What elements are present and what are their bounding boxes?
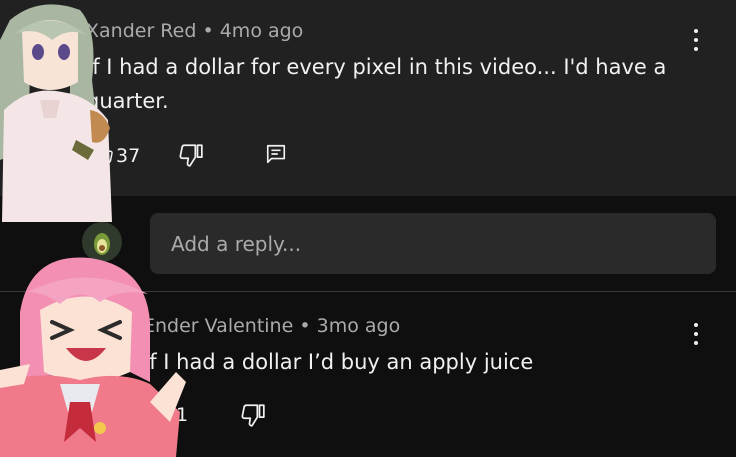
- comment-time: 4mo ago: [219, 20, 304, 42]
- more-vert-icon[interactable]: [686, 26, 706, 54]
- reply-input[interactable]: Add a reply...: [150, 213, 716, 274]
- meta-separator: •: [299, 315, 311, 337]
- thumb-down-icon[interactable]: [240, 402, 266, 428]
- meta-separator: •: [202, 20, 214, 42]
- comment-text: If I had a dollar for every pixel in thi…: [86, 50, 666, 118]
- anime-sticker-image: [0, 257, 186, 457]
- thumb-down-icon[interactable]: [178, 142, 204, 168]
- reply-icon[interactable]: [265, 143, 287, 165]
- comment-text-line: If I had a dollar for every pixel in thi…: [86, 55, 667, 79]
- comment-text-line: quarter.: [86, 89, 169, 113]
- comment-text: If I had a dollar I’d buy an apply juice: [143, 350, 534, 374]
- comment-time: 3mo ago: [316, 315, 401, 337]
- anime-sticker-image: [0, 4, 112, 222]
- more-vert-icon[interactable]: [686, 320, 706, 348]
